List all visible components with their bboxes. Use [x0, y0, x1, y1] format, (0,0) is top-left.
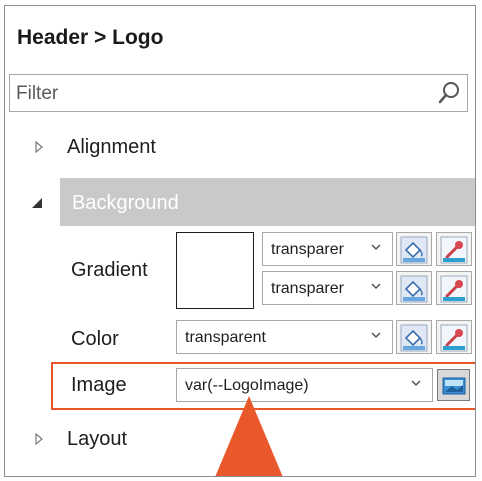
chevron-down-icon: [370, 329, 382, 343]
section-alignment[interactable]: Alignment: [67, 136, 156, 159]
color-label: Color: [71, 328, 119, 350]
gradient-color1-fill-button[interactable]: [396, 232, 432, 266]
gradient-color1-picker-button[interactable]: [436, 232, 472, 266]
chevron-down-icon: [370, 280, 382, 294]
triangle-right-icon[interactable]: [33, 140, 45, 154]
triangle-down-icon[interactable]: [31, 196, 43, 208]
gradient-color2-picker-button[interactable]: [436, 271, 472, 305]
search-icon[interactable]: [437, 81, 461, 105]
gradient-color2-select[interactable]: transparer: [262, 271, 393, 305]
color-value: transparent: [185, 329, 266, 346]
section-background-label: Background: [72, 192, 179, 214]
gradient-color2-fill-button[interactable]: [396, 271, 432, 305]
chevron-down-icon: [370, 241, 382, 255]
breadcrumb-title: Header > Logo: [17, 26, 164, 49]
gradient-preview-swatch[interactable]: [176, 232, 254, 309]
filter-placeholder: Filter: [16, 83, 59, 104]
gradient-color2-value: transparer: [271, 280, 344, 297]
callout-arrow: [209, 394, 289, 476]
color-picker-button[interactable]: [436, 320, 472, 354]
gradient-color1-select[interactable]: transparer: [262, 232, 393, 266]
gradient-color1-value: transparer: [271, 241, 344, 258]
section-background[interactable]: Background: [60, 178, 475, 226]
section-layout[interactable]: Layout: [67, 428, 127, 451]
color-select[interactable]: transparent: [176, 320, 393, 354]
color-fill-button[interactable]: [396, 320, 432, 354]
gradient-label: Gradient: [71, 259, 148, 281]
properties-panel: Header > Logo Filter Alignment Backgroun…: [4, 5, 476, 477]
filter-input[interactable]: Filter: [9, 74, 468, 112]
triangle-right-icon[interactable]: [33, 432, 45, 446]
